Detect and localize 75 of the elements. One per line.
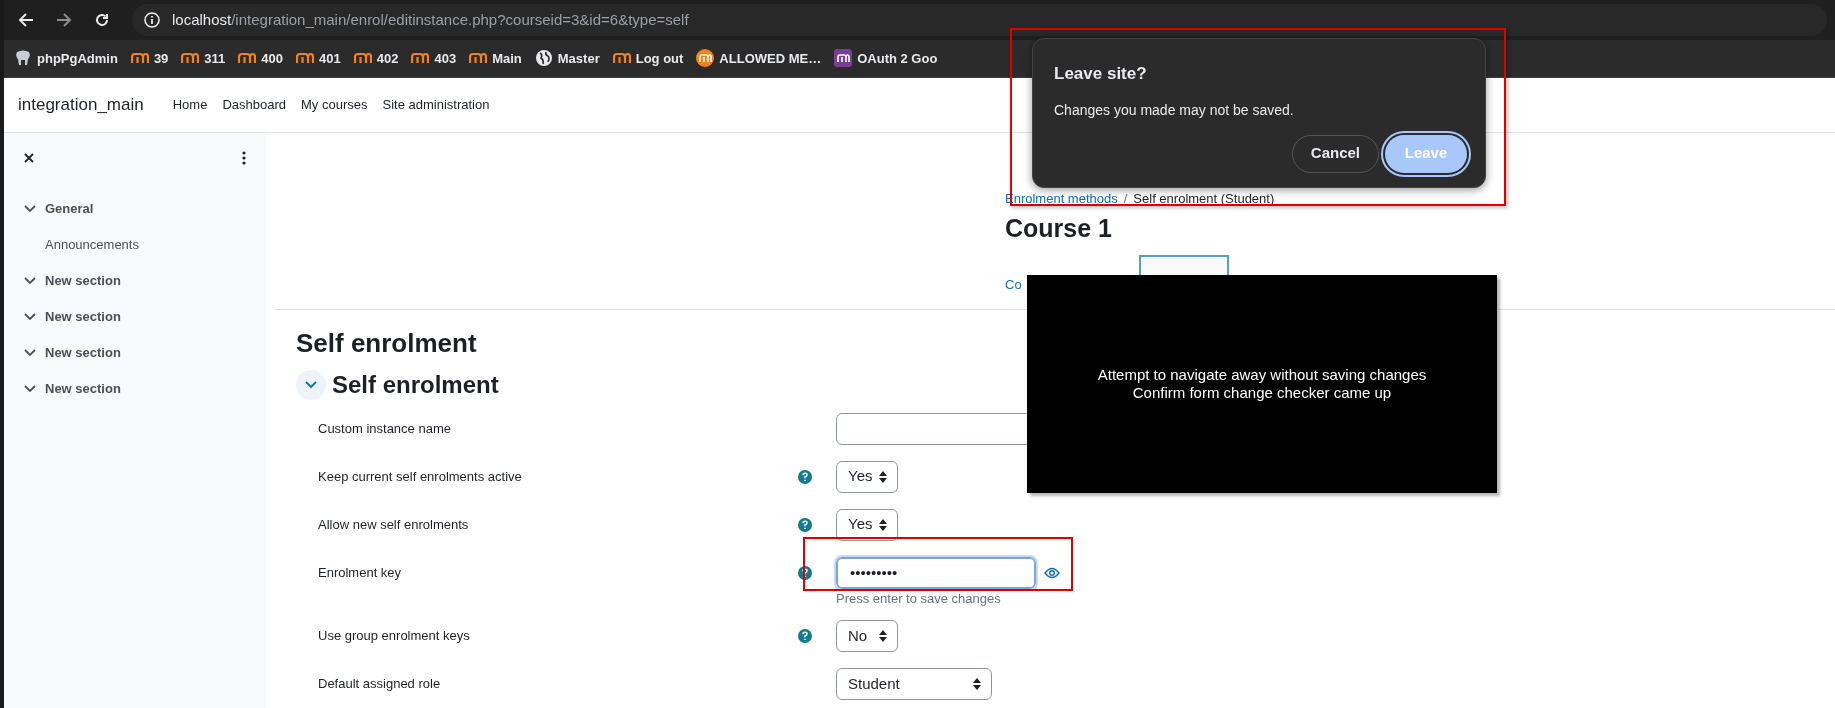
field-label: Keep current self enrolments active	[318, 467, 523, 486]
bookmark[interactable]: Log out	[612, 48, 684, 68]
field-label: Enrolment key	[318, 563, 403, 582]
breadcrumb-current: Self enrolment (Student)	[1133, 189, 1275, 208]
section-link[interactable]: New section	[45, 270, 121, 291]
bookmark[interactable]: 401	[296, 48, 341, 68]
section-heading: Self enrolment	[332, 369, 499, 400]
annotation-text: Confirm form change checker came up	[1132, 384, 1392, 402]
dialog-title: Leave site?	[1054, 63, 1148, 85]
help-icon[interactable]	[798, 629, 812, 643]
bookmark[interactable]: Main	[469, 48, 522, 68]
bookmark[interactable]: phpPgAdmin	[14, 48, 118, 68]
info-icon	[144, 11, 160, 28]
field-label: Allow new self enrolments	[318, 515, 470, 534]
section-link[interactable]: New section	[45, 378, 121, 399]
select-field[interactable]: Yes	[836, 508, 898, 541]
bookmark-logo-icon	[181, 52, 200, 65]
password-field[interactable]: •••••••••	[836, 556, 1036, 589]
field-hint: Press enter to save changes	[836, 589, 1002, 608]
tab-link[interactable]: Co	[1005, 275, 1022, 295]
help-icon[interactable]	[798, 517, 812, 532]
breadcrumb-separator: /	[1123, 189, 1128, 208]
help-icon[interactable]	[798, 469, 812, 484]
field-label: Default assigned role	[318, 675, 442, 694]
close-icon[interactable]	[24, 152, 34, 163]
bookmark-logo-icon	[696, 49, 715, 68]
page-heading: Self enrolment	[296, 326, 478, 360]
bookmark[interactable]: 311	[181, 48, 226, 68]
bookmark[interactable]: 403	[411, 48, 457, 68]
address-bar[interactable]: localhost/integration_main/enrol/editinstance.php?courseid=3&id=6&type=self	[132, 3, 1827, 36]
field-label: Use group enrolment keys	[318, 627, 471, 646]
section-link[interactable]: New section	[45, 342, 121, 363]
cancel-button[interactable]: Cancel	[1291, 134, 1379, 173]
bookmark[interactable]: OAuth 2 Goo	[834, 48, 938, 68]
select-field[interactable]: Yes	[836, 460, 898, 493]
bookmark-logo-icon	[834, 49, 853, 68]
back-icon[interactable]	[18, 11, 34, 28]
field-label: Custom instance name	[318, 419, 452, 438]
select-field[interactable]: No	[836, 620, 898, 652]
globe-icon	[534, 49, 553, 68]
bookmark[interactable]: 400	[238, 48, 284, 68]
bookmark-logo-icon	[612, 52, 631, 65]
url-text: localhost/integration_main/enrol/editinstance.php?courseid=3&id=6&type=self	[172, 9, 689, 30]
select-arrows-icon	[879, 470, 887, 483]
forward-icon[interactable]	[56, 11, 72, 28]
select-field[interactable]: Student	[836, 668, 992, 700]
reload-icon[interactable]	[94, 11, 110, 28]
bookmark-logo-icon	[411, 52, 430, 65]
bookmark-logo-icon	[296, 52, 315, 65]
bookmark-logo-icon	[130, 52, 149, 65]
bookmark-logo-icon	[469, 52, 488, 65]
nav-link[interactable]: Site administration	[382, 94, 490, 115]
nav-link[interactable]: Home	[172, 94, 208, 115]
bookmark[interactable]: 402	[353, 48, 399, 68]
collapse-toggle[interactable]	[296, 369, 326, 400]
nav-link[interactable]: My courses	[301, 94, 368, 115]
select-arrows-icon	[879, 518, 887, 531]
bookmark-logo-icon	[238, 52, 257, 65]
activity-link[interactable]: Announcements	[45, 234, 139, 255]
bookmark[interactable]: Master	[534, 48, 600, 68]
help-icon[interactable]	[798, 565, 812, 580]
eye-icon[interactable]	[1044, 566, 1060, 579]
bookmark[interactable]: 39	[130, 48, 169, 68]
dialog-message: Changes you made may not be saved.	[1054, 100, 1295, 120]
bookmark[interactable]: ALLOWED ME…	[696, 48, 822, 68]
nav-link[interactable]: Dashboard	[222, 94, 286, 115]
select-arrows-icon	[879, 630, 887, 642]
section-link[interactable]: New section	[45, 306, 121, 327]
bookmark-logo-icon	[353, 52, 372, 65]
more-options-icon[interactable]	[242, 150, 246, 165]
section-link[interactable]: General	[45, 198, 94, 219]
site-name[interactable]: integration_main	[18, 91, 144, 118]
annotation-text: Attempt to navigate away without saving changes	[1097, 366, 1427, 384]
select-arrows-icon	[973, 678, 981, 690]
course-title: Course 1	[1005, 212, 1113, 244]
